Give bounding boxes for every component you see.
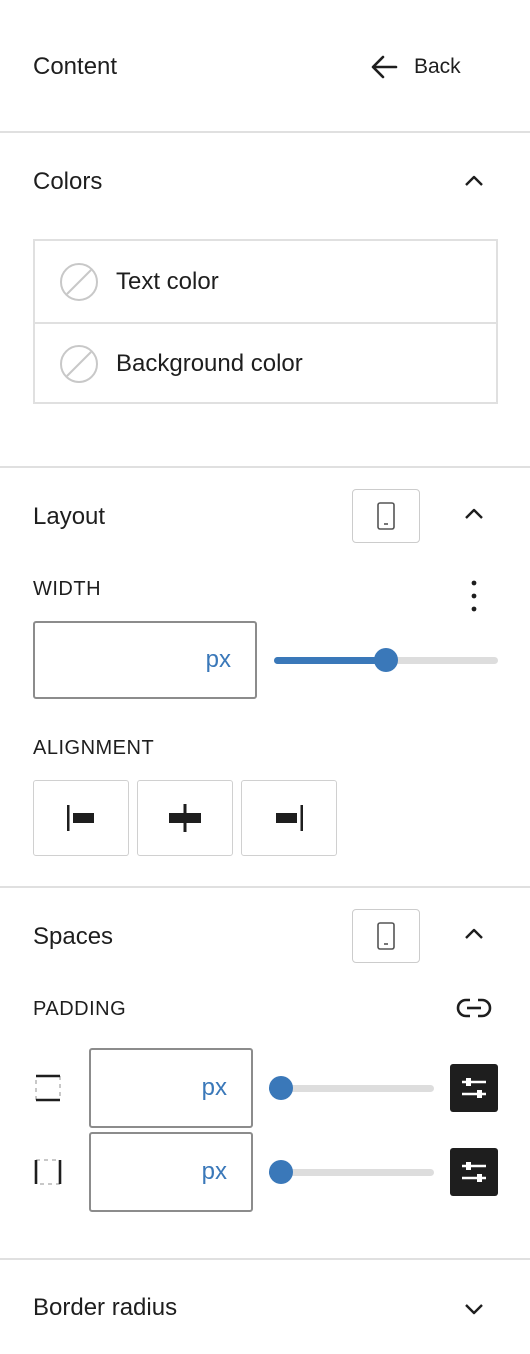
spaces-collapse-button[interactable]	[456, 917, 492, 953]
width-unit: px	[205, 646, 231, 673]
align-right-button[interactable]	[241, 780, 337, 856]
panel-title: Content	[33, 53, 118, 80]
width-input[interactable]: px	[33, 621, 257, 699]
tablet-icon	[377, 502, 395, 530]
text-color-option[interactable]: Text color	[35, 241, 496, 322]
padding-horizontal-settings-button[interactable]	[450, 1148, 498, 1196]
slider-track	[269, 1085, 434, 1092]
arrow-left-icon	[371, 55, 398, 79]
colors-section: Colors Text color Background color	[0, 133, 530, 468]
slider-fill	[274, 657, 386, 664]
panel-header: Content Back	[0, 0, 530, 133]
tablet-icon	[377, 922, 395, 950]
color-settings-list: Text color Background color	[33, 239, 498, 404]
align-center-icon	[169, 804, 201, 832]
slider-thumb[interactable]	[269, 1076, 293, 1100]
chevron-up-icon	[465, 928, 483, 939]
colors-collapse-button[interactable]	[456, 164, 492, 200]
padding-horizontal-icon	[34, 1159, 62, 1185]
padding-horizontal-unit: px	[201, 1158, 227, 1185]
slider-thumb[interactable]	[269, 1160, 293, 1184]
no-color-swatch-icon	[60, 262, 98, 301]
link-icon	[456, 998, 492, 1018]
border-radius-expand-button[interactable]	[456, 1290, 492, 1326]
slider-thumb[interactable]	[374, 648, 398, 672]
align-left-icon	[67, 805, 94, 831]
layout-device-toggle[interactable]	[352, 489, 420, 543]
spaces-title: Spaces	[33, 923, 114, 950]
layout-title: Layout	[33, 503, 106, 530]
padding-horizontal-slider[interactable]	[269, 1160, 434, 1184]
align-right-icon	[276, 805, 303, 831]
align-left-button[interactable]	[33, 780, 129, 856]
alignment-label: ALIGNMENT	[33, 737, 155, 759]
no-color-swatch-icon	[60, 344, 98, 383]
width-options-button[interactable]	[458, 576, 490, 616]
layout-collapse-button[interactable]	[456, 497, 492, 533]
align-center-button[interactable]	[137, 780, 233, 856]
border-radius-title: Border radius	[33, 1294, 178, 1321]
padding-label: PADDING	[33, 998, 127, 1020]
padding-vertical-slider[interactable]	[269, 1076, 434, 1100]
padding-vertical-settings-button[interactable]	[450, 1064, 498, 1112]
chevron-down-icon	[465, 1304, 483, 1315]
chevron-up-icon	[465, 175, 483, 186]
padding-vertical-input[interactable]: px	[89, 1048, 253, 1128]
background-color-option[interactable]: Background color	[35, 322, 496, 403]
sliders-icon	[462, 1078, 486, 1098]
width-label: WIDTH	[33, 578, 102, 600]
back-label: Back	[414, 55, 461, 78]
padding-vertical-unit: px	[201, 1074, 227, 1101]
background-color-label: Background color	[116, 349, 303, 377]
sliders-icon	[462, 1162, 486, 1182]
colors-title: Colors	[33, 168, 103, 195]
back-button[interactable]: Back	[368, 50, 461, 84]
width-slider[interactable]	[274, 648, 498, 672]
spaces-device-toggle[interactable]	[352, 909, 420, 963]
link-sides-button[interactable]	[452, 993, 496, 1023]
chevron-up-icon	[465, 508, 483, 519]
more-vertical-icon	[471, 580, 477, 612]
slider-track	[269, 1169, 434, 1176]
text-color-label: Text color	[116, 267, 219, 295]
padding-vertical-icon	[35, 1074, 61, 1102]
padding-horizontal-input[interactable]: px	[89, 1132, 253, 1212]
